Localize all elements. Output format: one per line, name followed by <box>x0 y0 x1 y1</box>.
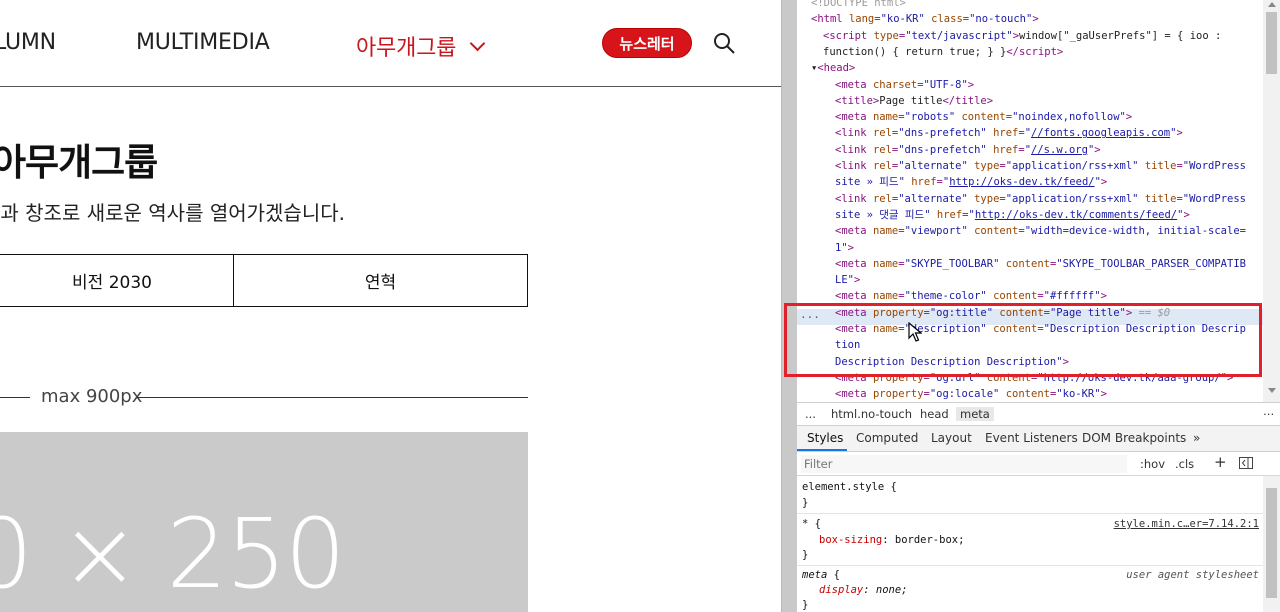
meta-rule-open-brace: { <box>827 569 840 581</box>
section-tabs: 비전 2030 연혁 <box>0 254 528 307</box>
dom-node-line[interactable]: <meta name="description" content="Descri… <box>835 323 1246 336</box>
nav-group-label: 아무개그룹 <box>356 36 457 61</box>
universal-rule: * { style.min.c…er=7.14.2:1 box-sizing: … <box>797 514 1263 566</box>
dom-node-line[interactable]: <meta name="SKYPE_TOOLBAR" content="SKYP… <box>835 258 1246 271</box>
scroll-up-arrow-icon[interactable] <box>1268 2 1276 7</box>
dom-node-line[interactable]: <meta property="og:title" content="Page … <box>835 307 1170 320</box>
breadcrumb-html[interactable]: html.no-touch <box>827 407 916 421</box>
box-sizing-declaration[interactable]: box-sizing: border-box; <box>819 534 964 547</box>
max-width-rule-right <box>137 397 528 398</box>
elements-tree: ··· <!DOCTYPE html> <html lang="ko-KR" cl… <box>797 0 1263 402</box>
placeholder-size-text: 0 × 250 <box>0 498 346 610</box>
dom-breadcrumb: ... html.no-touch head meta ⋯ <box>797 402 1280 426</box>
chevron-down-icon <box>469 35 486 51</box>
box-sizing-value: border-box; <box>888 534 965 546</box>
meta-rule-close: } <box>802 599 809 611</box>
element-style-rule: element.style { } <box>797 476 1263 514</box>
breadcrumb-head[interactable]: head <box>916 407 953 421</box>
dom-node-line[interactable]: tion <box>835 339 860 352</box>
tab-layout[interactable]: Layout <box>931 431 972 445</box>
element-style-close: } <box>802 497 809 509</box>
dom-node-line[interactable]: function() { return true; } }</script> <box>823 46 1063 59</box>
dom-node-line[interactable]: <meta name="viewport" content="width=dev… <box>835 225 1246 238</box>
tab-styles[interactable]: Styles <box>807 431 843 445</box>
website-viewport: LUMN MULTIMEDIA 아무개그룹 뉴스레터 아무개그룹 선과 창조로 … <box>0 0 781 612</box>
user-agent-stylesheet-label: user agent stylesheet <box>1126 569 1259 581</box>
search-icon <box>714 33 735 54</box>
dom-node-line[interactable]: <link rel="dns-prefetch" href="//fonts.g… <box>835 127 1183 140</box>
new-rule-plus-icon[interactable]: + <box>1214 453 1227 471</box>
styles-filter-input[interactable] <box>801 455 1127 473</box>
nav-column-link[interactable]: LUMN <box>0 30 56 55</box>
dom-node-line[interactable]: <link rel="alternate" type="application/… <box>835 160 1246 173</box>
dom-node-line[interactable]: 1"> <box>835 242 854 255</box>
dom-node-line[interactable]: LE"> <box>835 274 860 287</box>
elements-scrollbar[interactable] <box>1263 0 1280 402</box>
class-toggle[interactable]: .cls <box>1175 457 1194 471</box>
meta-rule-selector[interactable]: meta { <box>802 569 840 582</box>
search-button[interactable] <box>712 31 736 55</box>
dom-node-line[interactable]: <meta name="robots" content="noindex,nof… <box>835 111 1132 124</box>
dom-node-line[interactable]: site » 댓글 피드" href="http://oks-dev.tk/co… <box>835 209 1190 222</box>
placeholder-image: 0 × 250 <box>0 432 528 612</box>
more-tabs-chevron-icon[interactable]: » <box>1193 431 1200 445</box>
toggle-sidebar-icon[interactable] <box>1239 457 1253 472</box>
meta-ua-rule: meta { user agent stylesheet display: no… <box>797 566 1263 612</box>
breadcrumb-ellipsis[interactable]: ... <box>801 407 820 421</box>
universal-selector[interactable]: * { <box>802 518 821 531</box>
page-subtitle: 선과 창조로 새로운 역사를 열어가겠습니다. <box>0 201 345 225</box>
devtools-panel: ··· <!DOCTYPE html> <html lang="ko-KR" cl… <box>784 0 1280 612</box>
breadcrumb-more[interactable]: ⋯ <box>1259 407 1279 421</box>
dom-node-line[interactable]: <!DOCTYPE html> <box>811 0 906 10</box>
dom-node-line[interactable]: Description Description Description"> <box>835 356 1069 369</box>
universal-rule-source-link[interactable]: style.min.c…er=7.14.2:1 <box>1114 518 1259 531</box>
styles-pane: element.style { } * { style.min.c…er=7.1… <box>797 476 1263 612</box>
active-tab-indicator <box>797 449 847 451</box>
styles-scrollbar[interactable] <box>1263 476 1280 612</box>
mouse-cursor-icon <box>908 322 922 342</box>
box-sizing-property: box-sizing <box>819 534 883 546</box>
nav-multimedia-link[interactable]: MULTIMEDIA <box>136 30 270 55</box>
tab-event-listeners[interactable]: Event Listeners <box>985 431 1078 445</box>
dom-node-line[interactable]: <meta name="theme-color" content="#fffff… <box>835 290 1107 303</box>
dom-node-line[interactable]: ▾<head> <box>811 62 855 75</box>
scrollbar-thumb[interactable] <box>1266 12 1277 74</box>
tab-dom-breakpoints[interactable]: DOM Breakpoints <box>1082 431 1186 445</box>
display-value: none; <box>869 584 908 596</box>
nav-group-menu[interactable]: 아무개그룹 <box>356 30 486 62</box>
element-style-selector[interactable]: element.style { <box>802 481 897 494</box>
tab-computed[interactable]: Computed <box>856 431 918 445</box>
tab-vision-2030[interactable]: 비전 2030 <box>0 255 233 306</box>
styles-filter-bar: :hov .cls + <box>797 452 1280 476</box>
display-property: display <box>819 584 864 596</box>
dom-node-line[interactable]: <meta property="og:url" content="http://… <box>835 372 1233 385</box>
dom-node-line[interactable]: <meta property="og:locale" content="ko-K… <box>835 388 1107 401</box>
scroll-down-arrow-icon[interactable] <box>1268 388 1276 393</box>
dom-node-line[interactable]: <link rel="dns-prefetch" href="//s.w.org… <box>835 144 1101 157</box>
tab-history[interactable]: 연혁 <box>233 255 527 306</box>
max-width-rule-left <box>0 397 30 398</box>
dom-node-line[interactable]: <html lang="ko-KR" class="no-touch"> <box>811 13 1039 26</box>
devtools-splitter[interactable] <box>781 0 797 612</box>
max-width-label: max 900px <box>41 386 143 407</box>
display-declaration: display: none; <box>819 584 908 596</box>
hover-state-toggle[interactable]: :hov <box>1140 457 1165 471</box>
breadcrumb-meta[interactable]: meta <box>956 407 994 421</box>
universal-rule-close: } <box>802 549 809 561</box>
meta-selector-name: meta <box>802 569 828 581</box>
newsletter-button[interactable]: 뉴스레터 <box>602 28 692 58</box>
node-actions-ellipsis[interactable]: ··· <box>800 311 820 324</box>
nav-divider <box>0 86 781 87</box>
sidebar-panel-tabs: Styles Computed Layout Event Listeners D… <box>797 426 1280 452</box>
dom-node-line[interactable]: <link rel="alternate" type="application/… <box>835 193 1246 206</box>
styles-scrollbar-thumb[interactable] <box>1266 488 1277 598</box>
dom-node-line[interactable]: <title>Page title</title> <box>835 95 993 108</box>
dom-node-line[interactable]: <script type="text/javascript">window["_… <box>823 30 1221 43</box>
dom-node-line[interactable]: site » 피드" href="http://oks-dev.tk/feed/… <box>835 176 1107 189</box>
dom-node-line[interactable]: <meta charset="UTF-8"> <box>835 79 974 92</box>
page-title: 아무개그룹 <box>0 141 158 184</box>
